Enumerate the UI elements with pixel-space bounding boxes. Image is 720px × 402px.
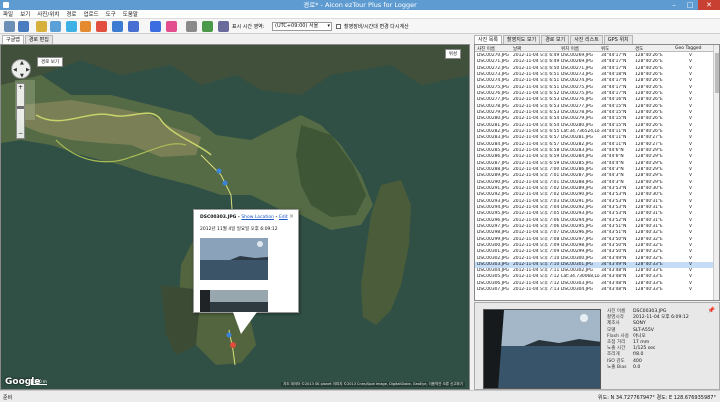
- map-attribution: 지도 데이터 ©2013 SK planet 이미지 ©2013 Cnes/Sp…: [281, 382, 465, 387]
- settings-icon[interactable]: [186, 21, 197, 32]
- column-header-latitude[interactable]: 위도: [601, 46, 609, 52]
- tab-route-view[interactable]: 경로 보기: [541, 35, 570, 44]
- map-scale: 100 m: [31, 379, 47, 385]
- cell-location-name: DSC00304.JPG: [561, 287, 593, 293]
- column-header-longitude[interactable]: 경도: [635, 46, 643, 52]
- chevron-down-icon: ▾: [327, 23, 330, 29]
- pan-down-icon[interactable]: ▼: [20, 73, 24, 79]
- column-header-date[interactable]: 날짜: [513, 46, 521, 52]
- delete-icon[interactable]: [96, 21, 107, 32]
- cursor-coordinates: 위도: N 34.727767947° 경도: E 128.676935987°: [598, 395, 716, 401]
- upload-icon[interactable]: [150, 21, 161, 32]
- tab-photo-list[interactable]: 사진 목록: [474, 35, 502, 44]
- cell-latitude: 34°43'48"N: [601, 287, 627, 293]
- pin-icon[interactable]: 📌: [708, 307, 715, 314]
- exif-key: 노출 Bias: [607, 364, 627, 370]
- menu-bar: 파일 보기 사진/위치 경로 업로드 도구 도움말: [0, 10, 720, 19]
- window-title: 경로* - Aicon ezTour Plus for Logger: [303, 1, 417, 9]
- cell-name: DSC00307.JPG: [477, 287, 509, 293]
- menu-view[interactable]: 보기: [20, 10, 30, 18]
- gps-log-icon[interactable]: [50, 21, 61, 32]
- tab-gps-location[interactable]: GPS 위치: [603, 35, 633, 44]
- popup-pointer: [233, 312, 257, 334]
- cell-geotagged: V: [689, 287, 693, 293]
- exif-row: 노출 Bias 0.0: [607, 365, 717, 371]
- map-export-icon[interactable]: [112, 21, 123, 32]
- tab-route-edit[interactable]: 경로 편집: [24, 35, 53, 44]
- photo-preview-image: [483, 309, 601, 389]
- maximize-button[interactable]: □: [682, 0, 698, 10]
- column-header-geotagged[interactable]: Geo Tagged: [675, 46, 702, 51]
- show-location-link[interactable]: Show Location: [241, 215, 274, 220]
- satellite-map[interactable]: 경로 보기 위성 ▲ ▼ ◀ ▶ + − DSC00303.JPG - Show…: [0, 44, 470, 390]
- tab-google-map[interactable]: 구글맵: [2, 35, 24, 44]
- close-button[interactable]: ✕: [698, 0, 720, 10]
- pan-up-icon[interactable]: ▲: [20, 60, 24, 66]
- popup-date: 2012년 11월 4일 일요일 오후 6:09:12: [200, 227, 278, 232]
- popup-close-icon[interactable]: ×: [289, 213, 294, 220]
- popup-filename: DSC00303.JPG: [200, 215, 237, 220]
- flickr-icon[interactable]: [128, 21, 139, 32]
- toolbar: 표시 시간 영역: (UTC+09:00) 서울 ▾ 촬영장비/시간대 변경 다…: [0, 19, 720, 34]
- menu-route[interactable]: 경로: [66, 10, 76, 18]
- tab-photo-list-2[interactable]: 사진 리스트: [570, 35, 603, 44]
- menu-upload[interactable]: 업로드: [83, 10, 98, 18]
- column-header-location-name[interactable]: 위치 이름: [561, 46, 579, 52]
- popup-title: DSC00303.JPG - Show Location - Edit: [200, 215, 288, 220]
- popup-thumbnail: [200, 238, 268, 280]
- auto-time-label: 촬영장비/시간대 변경 다시계산: [344, 24, 409, 30]
- menu-file[interactable]: 파일: [3, 10, 13, 18]
- tag-icon[interactable]: [80, 21, 91, 32]
- photo-info-popup: DSC00303.JPG - Show Location - Edit × 20…: [193, 209, 299, 313]
- left-tab-strip: 구글맵 경로 편집: [0, 35, 53, 44]
- sync-icon[interactable]: [66, 21, 77, 32]
- globe-icon[interactable]: [202, 21, 213, 32]
- menu-help[interactable]: 도움말: [123, 10, 138, 18]
- pan-left-icon[interactable]: ◀: [13, 67, 17, 73]
- popup-thumbnail-2: [200, 290, 268, 312]
- route-view-badge[interactable]: 경로 보기: [37, 57, 63, 67]
- title-bar: 경로* - Aicon ezTour Plus for Logger – □ ✕: [0, 0, 720, 10]
- photo-table[interactable]: 사진 이름 날짜 위치 이름 위도 경도 Geo Tagged DSC00270…: [474, 44, 720, 301]
- pan-control[interactable]: ▲ ▼ ◀ ▶: [11, 59, 31, 79]
- photo-exif-info: 사진 이름 DSC00303.JPG 촬영시각 2012-11-04 오후 6:09:…: [607, 309, 717, 371]
- tab-shot-map[interactable]: 촬영지도 보기: [503, 35, 541, 44]
- save-icon[interactable]: [18, 21, 29, 32]
- table-body: DSC00270.JPG 2012-11-04 오후 6:49 DSC00269.J…: [475, 53, 715, 293]
- table-header: 사진 이름 날짜 위치 이름 위도 경도 Geo Tagged: [475, 45, 715, 52]
- timezone-select[interactable]: (UTC+09:00) 서울 ▾: [272, 22, 332, 31]
- column-header-name[interactable]: 사진 이름: [477, 46, 495, 52]
- map-type-button[interactable]: 위성: [444, 49, 461, 59]
- edit-link[interactable]: Edit: [279, 215, 288, 220]
- table-row[interactable]: DSC00307.JPG 2012-11-04 오후 7:13 DSC00304.J…: [475, 287, 715, 293]
- open-folder-icon[interactable]: [4, 21, 15, 32]
- pan-right-icon[interactable]: ▶: [26, 67, 30, 73]
- photo-folder-icon[interactable]: [36, 21, 47, 32]
- cell-date: 2012-11-04 오후 7:13: [513, 287, 560, 293]
- status-text: 준비: [3, 395, 13, 401]
- photo-preview-panel: 사진 이름 DSC00303.JPG 촬영시각 2012-11-04 오후 6:09:…: [474, 302, 720, 390]
- menu-tools[interactable]: 도구: [106, 10, 116, 18]
- minimize-button[interactable]: –: [666, 0, 682, 10]
- timezone-value: (UTC+09:00) 서울: [275, 23, 319, 29]
- zoom-slider[interactable]: + −: [16, 83, 25, 139]
- help-icon[interactable]: [218, 21, 229, 32]
- cell-longitude: 128°40'33"E: [635, 287, 663, 293]
- right-tab-strip: 사진 목록 촬영지도 보기 경로 보기 사진 리스트 GPS 위치: [474, 35, 633, 44]
- share-icon[interactable]: [166, 21, 177, 32]
- table-scrollbar[interactable]: [713, 45, 719, 300]
- scroll-thumb[interactable]: [715, 53, 719, 93]
- status-bar: 준비 위도: N 34.727767947° 경도: E 128.6769359…: [0, 390, 720, 402]
- exif-value: 0.0: [633, 364, 641, 370]
- zoom-in-icon[interactable]: +: [17, 84, 24, 91]
- auto-time-checkbox[interactable]: [336, 24, 341, 29]
- timezone-label: 표시 시간 영역:: [232, 24, 265, 30]
- menu-photo-location[interactable]: 사진/위치: [37, 10, 59, 18]
- zoom-knob[interactable]: [17, 106, 24, 109]
- zoom-out-icon[interactable]: −: [17, 130, 24, 137]
